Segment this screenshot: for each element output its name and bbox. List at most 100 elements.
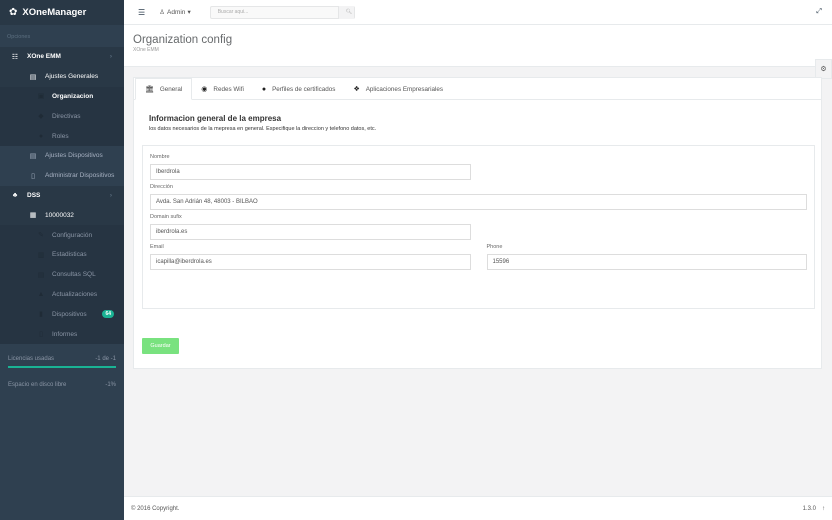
sidebar-item-dispositivos[interactable]: ▮ Dispositivos 64 <box>0 304 124 325</box>
user-menu[interactable]: ♙ Admin ▾ <box>159 8 191 17</box>
chevron-right-icon: › <box>109 191 112 199</box>
cubes-icon: ❖ <box>353 86 360 93</box>
sidebar-item-roles[interactable]: ● Roles <box>0 126 124 146</box>
nombre-input[interactable]: Iberdrola <box>150 164 471 180</box>
bank-icon: 🏛︎ <box>145 86 154 93</box>
search-input[interactable]: Buscar aqui... <box>211 9 338 15</box>
licenses-stat: Licencias usadas -1 de -1 <box>8 348 116 366</box>
phone-input[interactable]: 15596 <box>486 254 807 270</box>
stat-value: -1 de -1 <box>95 355 116 362</box>
sidebar-item-ajustes-dispositivos[interactable]: ▤ Ajustes Dispositivos <box>0 146 124 166</box>
domain-label: Domain sufix <box>150 214 182 220</box>
user-icon: ♙ <box>159 9 165 16</box>
sidebar-item-organizacion[interactable]: ▣ Organizacion <box>0 86 124 107</box>
settings-gear-icon[interactable]: ⚙ <box>815 59 832 79</box>
devices-count-badge: 64 <box>102 310 114 319</box>
sidebar: ✿ XOneManager Opciones ☷ XOne EMM › ▤ Ajuste… <box>0 0 124 520</box>
tab-label: General <box>159 85 183 93</box>
sidebar-item-informes[interactable]: ▯ Informes <box>0 324 124 344</box>
tab-label: Perfiles de certificados <box>272 85 336 93</box>
sidebar-stats: Licencias usadas -1 de -1 Espacio en disc… <box>0 348 124 392</box>
email-phone-row: Email icapilla@iberdrola.es Phone 15596 <box>150 244 807 270</box>
chevron-right-icon: › <box>109 53 112 61</box>
stat-label: Licencias usadas <box>8 355 55 362</box>
copyright-text: © 2016 Copyright. <box>131 505 180 512</box>
caret-down-icon: ▾ <box>187 9 191 16</box>
chart-icon: ▥ <box>37 251 45 259</box>
brand-name: XOneManager <box>22 7 87 18</box>
tab-bar: 🏛︎ General ◉ Redes Wifi ● Perfiles de certi… <box>134 78 821 100</box>
sidebar-item-label: Administrar Dispositivos <box>45 172 115 180</box>
sidebar-item-ajustes-generales[interactable]: ▤ Ajustes Generales <box>0 66 124 87</box>
sidebar-item-directivas[interactable]: ◆ Directivas <box>0 106 124 127</box>
server-icon: ▦ <box>29 212 37 220</box>
tab-redes-wifi[interactable]: ◉ Redes Wifi <box>192 78 253 100</box>
tab-aplicaciones-empresariales[interactable]: ❖ Aplicaciones Empresariales <box>344 78 452 100</box>
user-name: Admin <box>167 8 186 16</box>
building-icon: ▣ <box>37 93 45 101</box>
file-icon: ▯ <box>39 331 43 339</box>
search-button[interactable]: 🔍︎ <box>337 5 354 19</box>
users-icon: ● <box>38 132 44 140</box>
sidebar-item-dss[interactable]: ♣ DSS › <box>0 185 124 206</box>
menu-toggle-icon[interactable]: ☰ <box>138 8 145 17</box>
direccion-input[interactable]: Avda. San Adrián 48, 48003 - BILBAO <box>150 194 807 210</box>
tab-general[interactable]: 🏛︎ General <box>135 78 193 100</box>
search-box: Buscar aqui... 🔍︎ <box>209 5 355 19</box>
footer: © 2016 Copyright. 1.3.0 ↑ <box>124 496 832 520</box>
topbar: ☰ ♙ Admin ▾ Buscar aqui... 🔍︎ ⤢ <box>124 0 832 25</box>
phone-label: Phone <box>486 244 503 250</box>
search-icon: 🔍︎ <box>345 9 353 15</box>
sidebar-item-label: Ajustes Dispositivos <box>45 152 103 160</box>
grid-icon: ☷ <box>11 53 19 61</box>
certificate-icon: ● <box>261 85 267 93</box>
scroll-top-icon[interactable]: ↑ <box>822 506 825 512</box>
email-input[interactable]: icapilla@iberdrola.es <box>150 254 471 270</box>
sidebar-item-configuracion[interactable]: ✎ Configuración <box>0 225 124 245</box>
page-heading: Organization config XOne EMM <box>124 25 832 67</box>
sidebar-item-label: Ajustes Generales <box>45 73 99 81</box>
form-description: los datos necesarios de la mepresa en ge… <box>149 126 377 132</box>
save-button[interactable]: Guardar <box>142 338 179 354</box>
tabs-panel: 🏛︎ General ◉ Redes Wifi ● Perfiles de certi… <box>133 77 822 369</box>
sidebar-item-label: Roles <box>52 132 69 140</box>
brand[interactable]: ✿ XOneManager <box>0 0 124 25</box>
disk-space-stat: Espacio en disco libre -1% <box>8 374 116 392</box>
sidebar-nav: ☷ XOne EMM › ▤ Ajustes Generales ▣ Organizac… <box>0 47 124 344</box>
tab-content: Informacion general de la empresa los da… <box>134 100 821 309</box>
licenses-progress-bar <box>8 365 116 368</box>
breadcrumb[interactable]: XOne EMM <box>133 47 823 53</box>
gear-icon: ✿ <box>9 7 18 18</box>
sidebar-item-label: Directivas <box>52 112 81 120</box>
tab-label: Aplicaciones Empresariales <box>365 85 444 93</box>
sidebar-item-consultas-sql[interactable]: ▤ Consultas SQL <box>0 264 124 285</box>
domain-group: Domain sufix iberdrola.es <box>150 214 471 240</box>
page-title: Organization config <box>133 34 233 46</box>
sliders-icon: ◆ <box>38 113 44 121</box>
email-group: Email icapilla@iberdrola.es <box>150 244 471 270</box>
sidebar-item-estadisticas[interactable]: ▥ Estadisticas <box>0 244 124 265</box>
tab-perfiles-certificados[interactable]: ● Perfiles de certificados <box>253 78 345 100</box>
phone-group: Phone 15596 <box>486 244 807 270</box>
version-text: 1.3.0 <box>802 505 816 512</box>
sidebar-item-10000032[interactable]: ▦ 10000032 <box>0 205 124 226</box>
database-icon: ▤ <box>37 271 45 279</box>
sidebar-section-label: Opciones <box>7 34 31 40</box>
tab-label: Redes Wifi <box>213 85 244 93</box>
direccion-label: Dirección <box>150 184 173 190</box>
wrench-icon: ✎ <box>38 232 44 240</box>
sidebar-item-label: DSS <box>27 191 41 199</box>
sidebar-item-label: Actualizaciones <box>52 290 98 298</box>
expand-icon[interactable]: ⤢ <box>816 8 822 16</box>
stat-value: -1% <box>105 381 116 388</box>
sidebar-item-label: Consultas SQL <box>52 271 96 279</box>
sidebar-item-actualizaciones[interactable]: ▲ Actualizaciones <box>0 284 124 305</box>
form-title: Informacion general de la empresa <box>149 114 282 123</box>
nombre-label: Nombre <box>150 154 170 160</box>
list-icon: ▤ <box>29 152 37 160</box>
sidebar-item-label: Organizacion <box>52 92 94 100</box>
sidebar-item-xone-emm[interactable]: ☷ XOne EMM › <box>0 47 124 67</box>
mobile-icon: ▯ <box>31 172 35 180</box>
sidebar-item-administrar-dispositivos[interactable]: ▯ Administrar Dispositivos <box>0 166 124 186</box>
domain-input[interactable]: iberdrola.es <box>150 224 471 240</box>
